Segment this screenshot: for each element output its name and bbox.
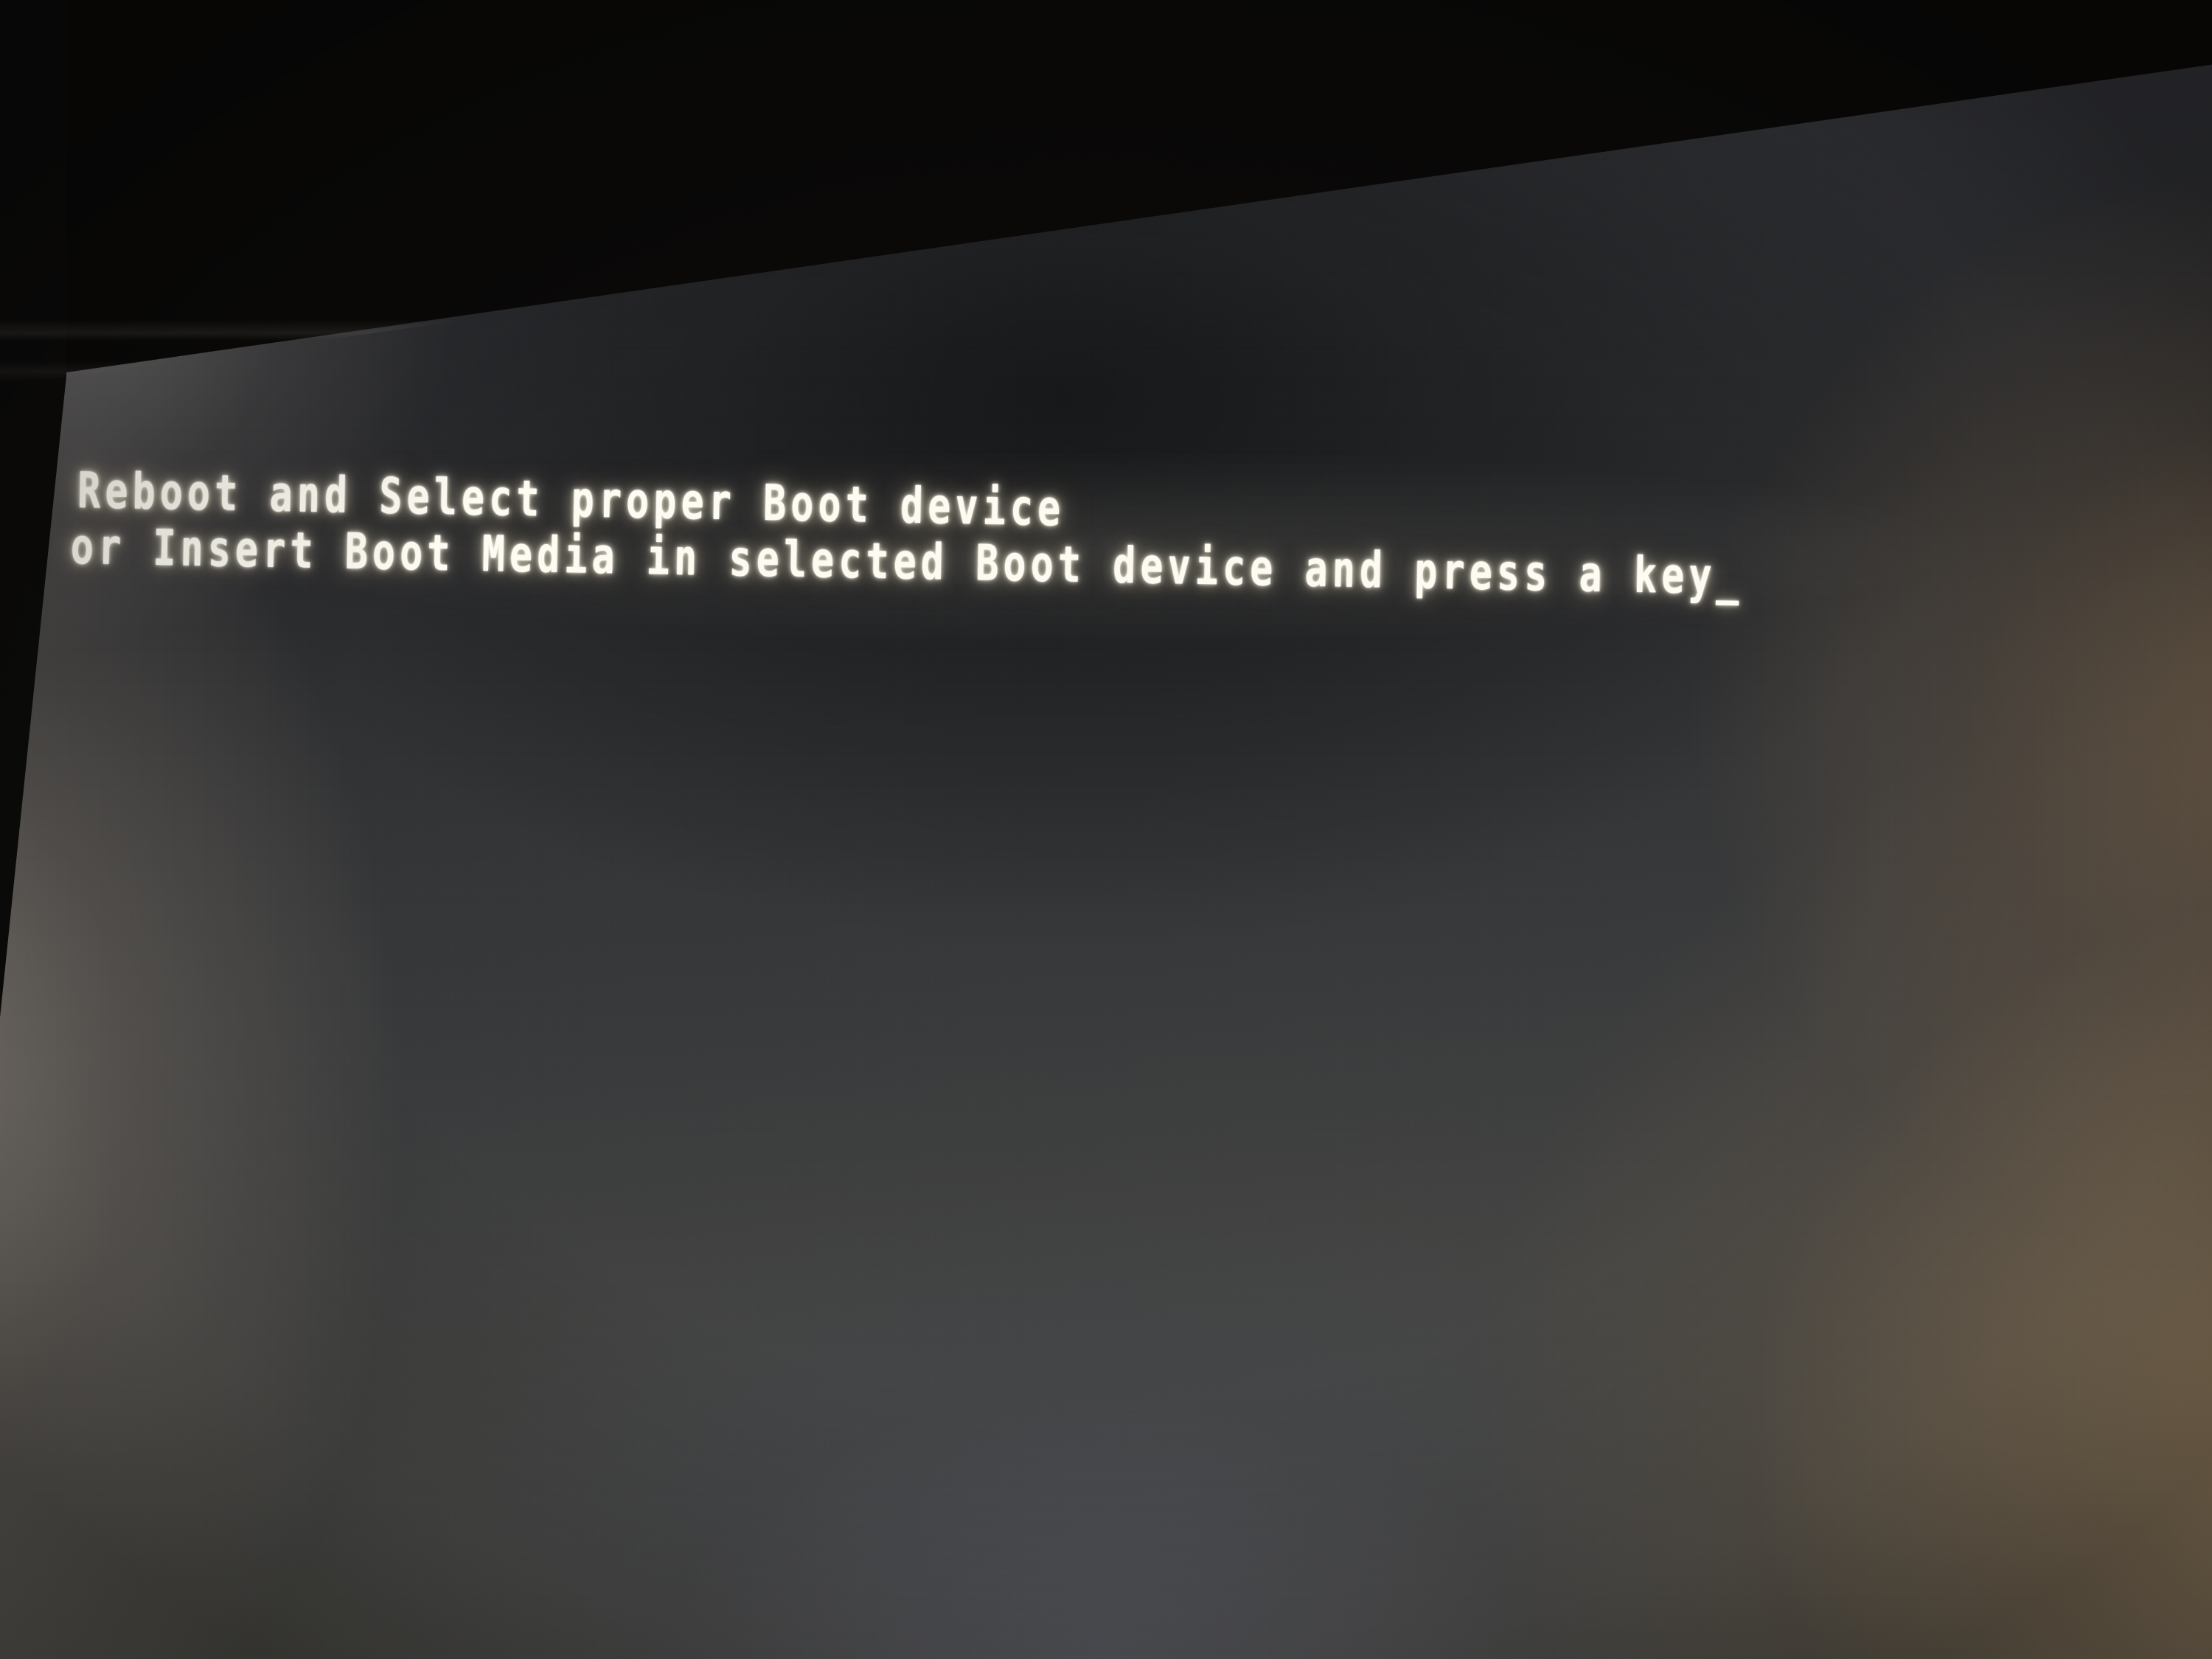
text-cursor-icon: _ bbox=[1715, 548, 1745, 606]
screenshot-stage: Reboot and Select proper Boot device or … bbox=[0, 0, 2212, 1659]
